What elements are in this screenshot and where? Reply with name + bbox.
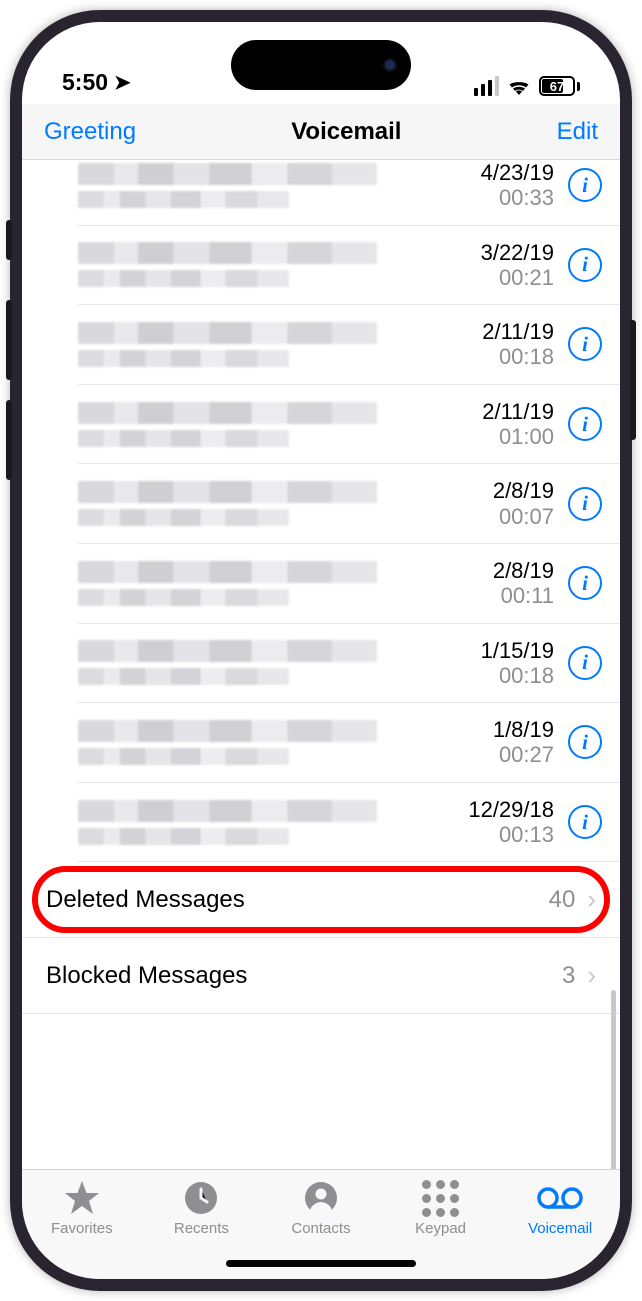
voicemail-duration: 00:13	[444, 822, 554, 847]
cellular-icon	[474, 76, 499, 96]
status-time: 5:50	[62, 69, 108, 96]
caller-redacted	[78, 800, 430, 845]
clock-icon	[184, 1180, 218, 1216]
blocked-messages-row[interactable]: Blocked Messages 3 ›	[22, 938, 620, 1014]
voicemail-date: 1/8/19	[444, 717, 554, 742]
blocked-messages-label: Blocked Messages	[46, 962, 550, 990]
nav-bar: Greeting Voicemail Edit	[22, 104, 620, 160]
battery-icon: 67	[539, 76, 580, 96]
tab-keypad[interactable]: Keypad	[381, 1180, 501, 1237]
tab-label: Keypad	[415, 1220, 466, 1237]
voicemail-duration: 00:07	[444, 504, 554, 529]
tab-voicemail[interactable]: Voicemail	[500, 1180, 620, 1237]
voicemail-duration: 00:18	[444, 344, 554, 369]
caller-redacted	[78, 561, 430, 606]
info-icon[interactable]: i	[568, 805, 602, 839]
info-icon[interactable]: i	[568, 407, 602, 441]
iphone-frame: 5:50 ➤ 67 Greeting Voicemail Edit 4/23/1…	[10, 10, 632, 1291]
voicemail-date: 2/11/19	[444, 319, 554, 344]
voicemail-duration: 00:27	[444, 742, 554, 767]
voicemail-date: 3/22/19	[444, 240, 554, 265]
keypad-icon	[422, 1180, 459, 1216]
voicemail-row[interactable]: 1/15/1900:18 i	[78, 624, 620, 704]
tab-recents[interactable]: Recents	[142, 1180, 262, 1237]
location-icon: ➤	[114, 70, 131, 95]
screen: 5:50 ➤ 67 Greeting Voicemail Edit 4/23/1…	[22, 22, 620, 1279]
person-icon	[304, 1180, 338, 1216]
info-icon[interactable]: i	[568, 327, 602, 361]
voicemail-duration: 00:21	[444, 265, 554, 290]
voicemail-list[interactable]: 4/23/1900:33 i 3/22/1900:21 i 2/11/1900:…	[22, 160, 620, 1169]
voicemail-duration: 00:33	[444, 185, 554, 210]
caller-redacted	[78, 402, 430, 447]
edit-button[interactable]: Edit	[557, 118, 598, 146]
caller-redacted	[78, 481, 430, 526]
info-icon[interactable]: i	[568, 168, 602, 202]
wifi-icon	[507, 77, 531, 95]
volume-down-button	[6, 400, 12, 480]
tab-contacts[interactable]: Contacts	[261, 1180, 381, 1237]
volume-up-button	[6, 300, 12, 380]
info-icon[interactable]: i	[568, 566, 602, 600]
tab-label: Favorites	[51, 1220, 113, 1237]
chevron-right-icon: ›	[587, 960, 596, 991]
voicemail-date: 4/23/19	[444, 160, 554, 185]
deleted-messages-count: 40	[549, 886, 576, 914]
deleted-messages-row[interactable]: Deleted Messages 40 ›	[22, 862, 620, 938]
tab-label: Contacts	[291, 1220, 350, 1237]
tab-favorites[interactable]: Favorites	[22, 1180, 142, 1237]
star-icon	[64, 1180, 100, 1216]
voicemail-duration: 00:11	[444, 583, 554, 608]
voicemail-date: 2/11/19	[444, 399, 554, 424]
voicemail-row[interactable]: 12/29/1800:13 i	[78, 783, 620, 863]
voicemail-date: 2/8/19	[444, 558, 554, 583]
power-button	[630, 320, 636, 440]
tab-label: Recents	[174, 1220, 229, 1237]
side-button	[6, 220, 12, 260]
info-icon[interactable]: i	[568, 487, 602, 521]
voicemail-date: 1/15/19	[444, 638, 554, 663]
caller-redacted	[78, 720, 430, 765]
voicemail-duration: 00:18	[444, 663, 554, 688]
chevron-right-icon: ›	[587, 884, 596, 915]
caller-redacted	[78, 242, 430, 287]
blocked-messages-count: 3	[562, 962, 575, 990]
voicemail-date: 12/29/18	[444, 797, 554, 822]
voicemail-date: 2/8/19	[444, 478, 554, 503]
scroll-indicator	[611, 990, 616, 1169]
page-title: Voicemail	[291, 118, 401, 146]
caller-redacted	[78, 163, 430, 208]
deleted-messages-label: Deleted Messages	[46, 886, 537, 914]
voicemail-duration: 01:00	[444, 424, 554, 449]
caller-redacted	[78, 640, 430, 685]
voicemail-row[interactable]: 2/8/1900:07 i	[78, 464, 620, 544]
caller-redacted	[78, 322, 430, 367]
voicemail-row[interactable]: 2/11/1901:00 i	[78, 385, 620, 465]
voicemail-row[interactable]: 2/11/1900:18 i	[78, 305, 620, 385]
info-icon[interactable]: i	[568, 646, 602, 680]
dynamic-island	[231, 40, 411, 90]
tab-label: Voicemail	[528, 1220, 592, 1237]
info-icon[interactable]: i	[568, 248, 602, 282]
greeting-button[interactable]: Greeting	[44, 118, 136, 146]
voicemail-row[interactable]: 4/23/1900:33 i	[78, 160, 620, 226]
home-indicator[interactable]	[226, 1260, 416, 1267]
info-icon[interactable]: i	[568, 725, 602, 759]
voicemail-icon	[537, 1180, 583, 1216]
voicemail-row[interactable]: 2/8/1900:11 i	[78, 544, 620, 624]
voicemail-row[interactable]: 3/22/1900:21 i	[78, 226, 620, 306]
voicemail-row[interactable]: 1/8/1900:27 i	[78, 703, 620, 783]
